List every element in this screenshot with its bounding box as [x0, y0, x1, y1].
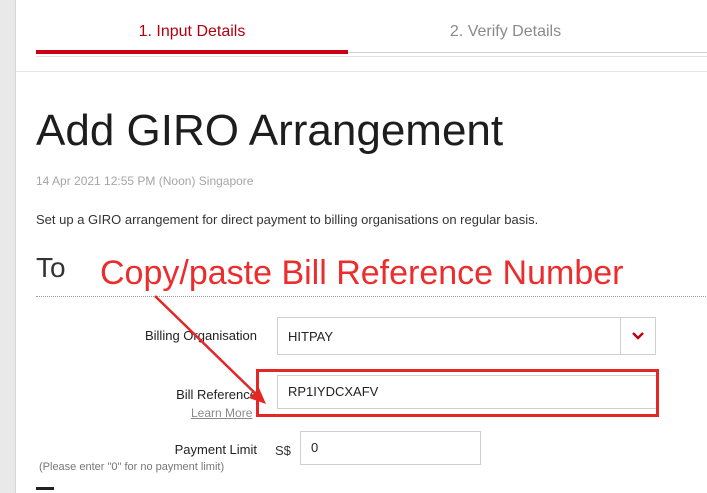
red-arrow-annotation: [154, 295, 266, 404]
